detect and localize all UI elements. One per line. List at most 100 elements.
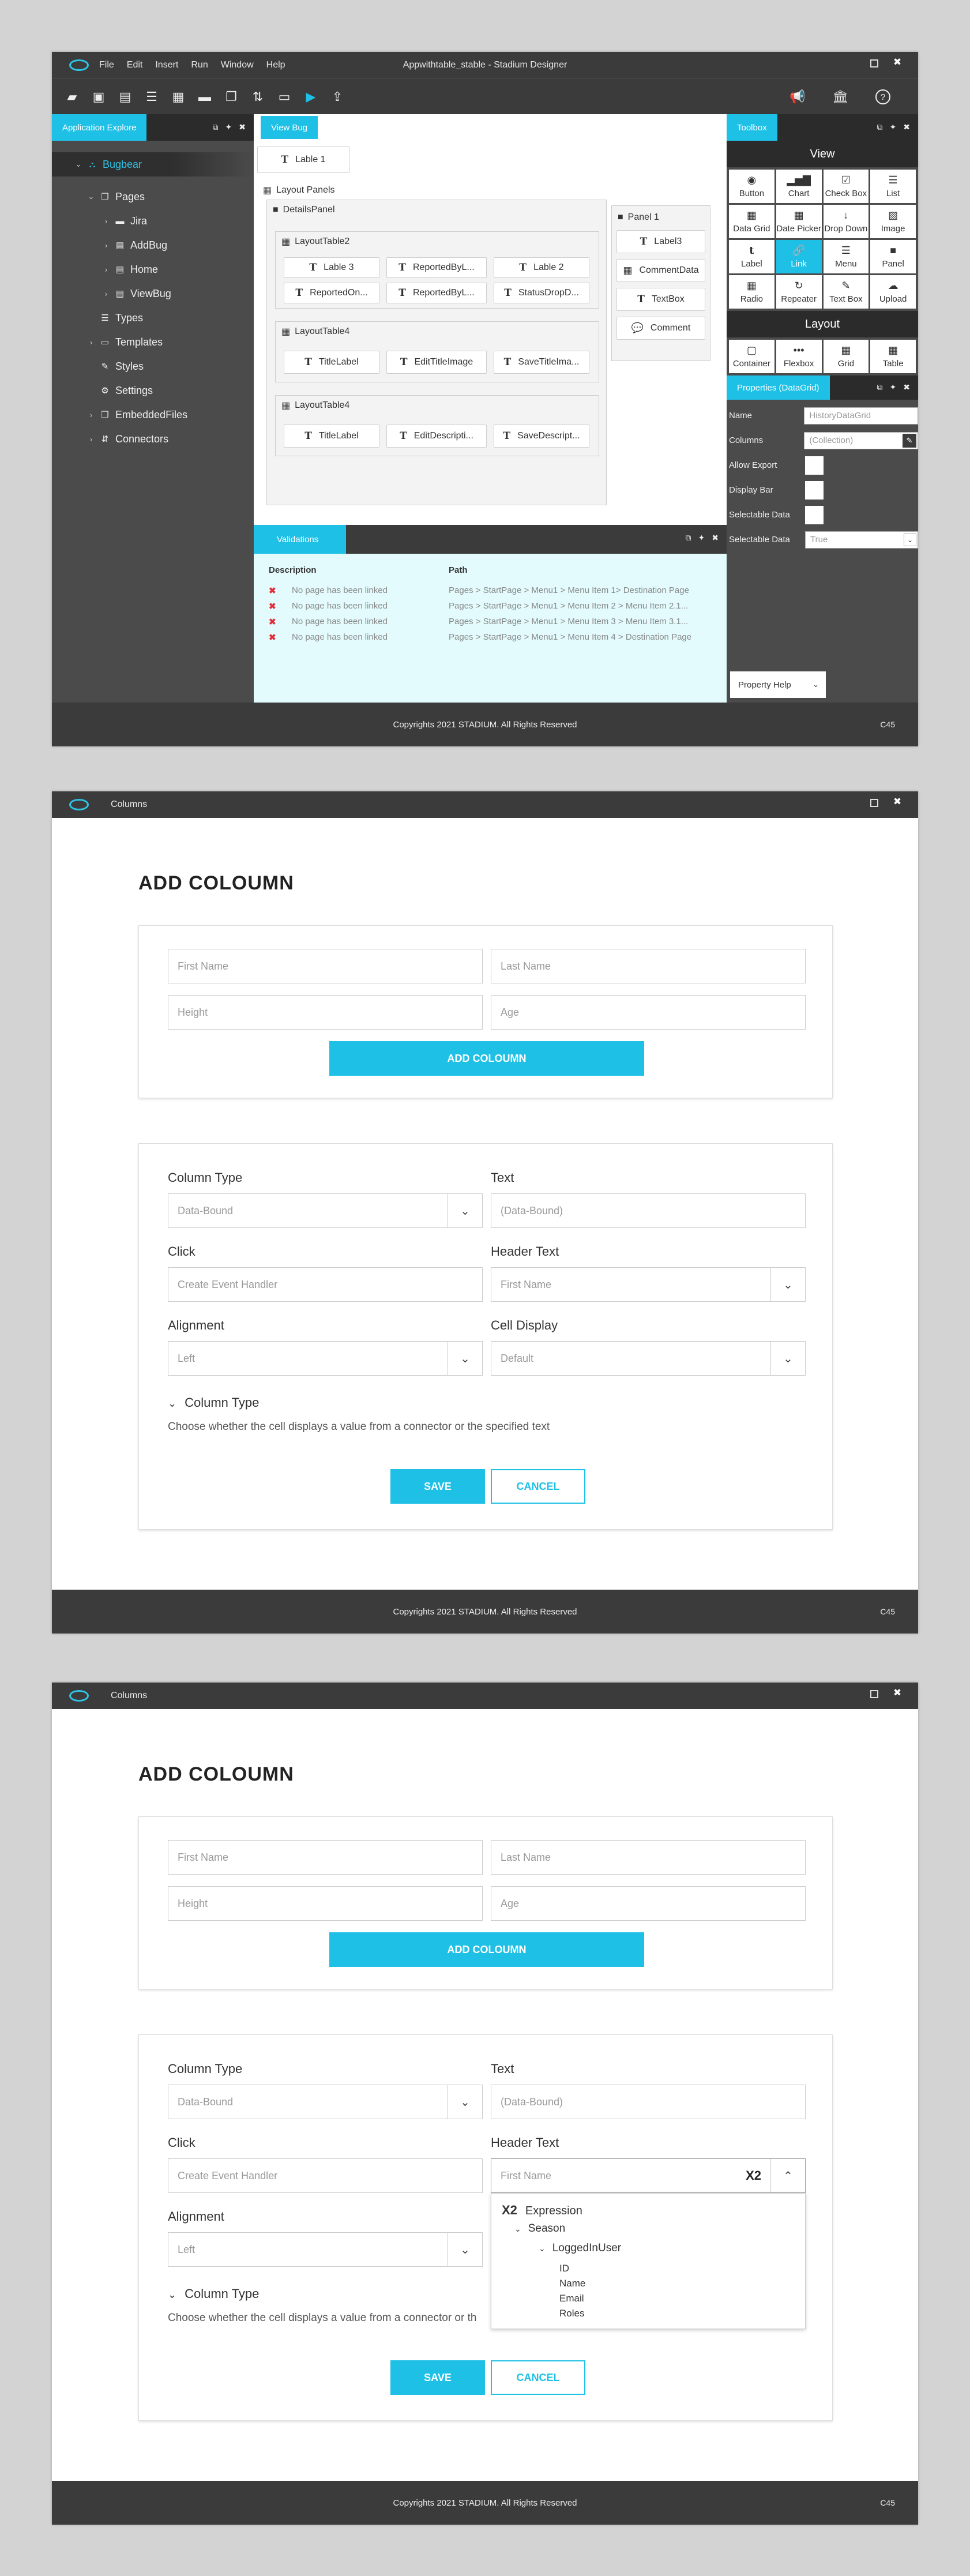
label3-control[interactable]: T Label3 — [616, 230, 705, 253]
reportedby-control[interactable]: T ReportedByL... — [386, 257, 487, 278]
maximize-button[interactable] — [869, 57, 880, 68]
edittitleimage-control[interactable]: T EditTitleImage — [386, 351, 487, 374]
selectable-data-checkbox[interactable] — [805, 505, 824, 524]
layout-table-4b[interactable]: ▦ LayoutTable4 T TitleLabel T EditDescripti… — [275, 395, 599, 456]
pin-icon[interactable]: ✦ — [890, 382, 897, 392]
prop-name-input[interactable]: HistoryDataGrid — [804, 407, 918, 425]
click-input[interactable]: Create Event Handler — [168, 2158, 483, 2193]
tree-item-templates[interactable]: › ▭ Templates — [52, 330, 254, 354]
display-bar-checkbox[interactable] — [805, 480, 824, 500]
tab-toolbox[interactable]: Toolbox — [727, 114, 777, 141]
season-option[interactable]: ⌄ Season — [514, 2222, 565, 2235]
grid-icon[interactable]: ▦ — [171, 89, 186, 104]
popout-icon[interactable]: ⧉ — [213, 122, 219, 132]
table-row[interactable]: ✖ No page has been linked Pages > StartPag… — [269, 583, 727, 598]
bank-icon[interactable]: 🏛 — [832, 89, 848, 104]
toolbox-flexbox[interactable]: ••• Flexbox — [776, 340, 822, 373]
column-type-select[interactable]: Data-Bound ⌄ — [168, 1193, 483, 1228]
toolbox-checkbox[interactable]: ☑ Check Box — [823, 170, 869, 203]
toolbox-list[interactable]: ☰ List — [870, 170, 916, 203]
text-input[interactable]: (Data-Bound) — [491, 1193, 806, 1228]
tree-item-viewbug[interactable]: › ▤ ViewBug — [52, 281, 254, 306]
layout-table-4a[interactable]: ▦ LayoutTable4 T TitleLabel T EditTitleImag… — [275, 321, 599, 382]
toolbox-label[interactable]: t Label — [729, 240, 775, 273]
save-button[interactable]: SAVE — [390, 2360, 485, 2395]
toolbox-upload[interactable]: ☁ Upload — [870, 275, 916, 309]
commentdata-control[interactable]: ▦ CommentData — [616, 259, 705, 282]
tree-item-embeddedfiles[interactable]: › ❐ EmbeddedFiles — [52, 403, 254, 427]
statusdropdown-control[interactable]: T StatusDropD... — [494, 283, 589, 303]
open-folder-icon[interactable]: ▰ — [65, 89, 80, 104]
save-icon[interactable]: ▣ — [91, 89, 106, 104]
id-option[interactable]: ID — [559, 2263, 569, 2274]
table-row[interactable]: ✖ No page has been linked Pages > StartPag… — [269, 614, 727, 629]
tree-item-jira[interactable]: › ▬ Jira — [52, 209, 254, 233]
help-icon[interactable]: ? — [875, 89, 890, 104]
property-help-dropdown[interactable]: Property Help ⌄ — [730, 671, 826, 698]
loggedinuser-option[interactable]: ⌄ LoggedInUser — [539, 2242, 621, 2255]
toolbox-datagrid[interactable]: ▦ Data Grid — [729, 205, 775, 238]
menu-help[interactable]: Help — [266, 60, 285, 70]
details-panel[interactable]: ■ DetailsPanel ▦ LayoutTable2 T Lable 3 T Re… — [266, 200, 607, 505]
x2-badge[interactable]: X2 — [746, 2168, 761, 2183]
toolbox-button[interactable]: ◉ Button — [729, 170, 775, 203]
toolbox-container[interactable]: ▢ Container — [729, 340, 775, 373]
toolbox-table[interactable]: ▦ Table — [870, 340, 916, 373]
lable2-control[interactable]: T Lable 2 — [494, 257, 589, 278]
cancel-button[interactable]: CANCEL — [491, 2360, 585, 2395]
add-column-button[interactable]: ADD COLOUMN — [329, 1041, 644, 1076]
editdescription-control[interactable]: T EditDescripti... — [386, 425, 487, 448]
toolbox-chart[interactable]: ▂▅▇ Chart — [776, 170, 822, 203]
close-icon[interactable]: ✖ — [903, 382, 910, 392]
toolbox-grid[interactable]: ▦ Grid — [823, 340, 869, 373]
menu-edit[interactable]: Edit — [127, 60, 143, 70]
close-icon[interactable]: ✖ — [712, 533, 719, 543]
layout-table-2[interactable]: ▦ LayoutTable2 T Lable 3 T ReportedByL... T… — [275, 231, 599, 309]
tree-item-pages[interactable]: ⌄ ❐ Pages — [52, 185, 254, 209]
tab-properties[interactable]: Properties (DataGrid) — [727, 375, 830, 400]
column-type-select[interactable]: Data-Bound ⌄ — [168, 2085, 483, 2119]
toolbox-textbox[interactable]: ✎ Text Box — [823, 275, 869, 309]
name-option[interactable]: Name — [559, 2278, 585, 2289]
column-type-section-toggle[interactable]: ⌄ Column Type — [168, 1395, 259, 1410]
maximize-button[interactable] — [869, 1687, 880, 1699]
click-input[interactable]: Create Event Handler — [168, 1267, 483, 1302]
popout-icon[interactable]: ⧉ — [686, 533, 691, 543]
roles-option[interactable]: Roles — [559, 2308, 584, 2319]
menu-file[interactable]: File — [99, 60, 114, 70]
tree-item-settings[interactable]: ⚙ Settings — [52, 378, 254, 403]
age-input[interactable]: Age — [491, 1886, 806, 1921]
allow-export-checkbox[interactable] — [805, 456, 824, 475]
cancel-button[interactable]: CANCEL — [491, 1469, 585, 1504]
toolbox-menu[interactable]: ☰ Menu — [823, 240, 869, 273]
close-button[interactable]: ✖ — [892, 796, 903, 808]
email-option[interactable]: Email — [559, 2293, 584, 2304]
tree-item-addbug[interactable]: › ▤ AddBug — [52, 233, 254, 257]
toolbox-link[interactable]: 🔗 Link — [776, 240, 822, 273]
toolbox-dropdown[interactable]: ↓ Drop Down — [823, 205, 869, 238]
close-button[interactable]: ✖ — [892, 1687, 903, 1699]
close-icon[interactable]: ✖ — [239, 122, 246, 132]
savedescription-control[interactable]: T SaveDescript... — [494, 425, 589, 448]
tab-application-explorer[interactable]: Application Explore — [52, 114, 147, 141]
table-row[interactable]: ✖ No page has been linked Pages > StartPag… — [269, 598, 727, 614]
savetitleimage-control[interactable]: T SaveTitleIma... — [494, 351, 589, 374]
menu-window[interactable]: Window — [221, 60, 254, 70]
last-name-input[interactable]: Last Name — [491, 1840, 806, 1875]
close-button[interactable]: ✖ — [892, 57, 903, 68]
panel-1[interactable]: ■ Panel 1 T Label3 ▦ CommentData T TextBox 💬… — [611, 205, 710, 361]
maximize-button[interactable] — [869, 796, 880, 808]
toolbox-panel[interactable]: ■ Panel — [870, 240, 916, 273]
popout-icon[interactable]: ⧉ — [877, 382, 883, 392]
sort-icon[interactable]: ⇅ — [250, 89, 265, 104]
tree-item-home[interactable]: › ▤ Home — [52, 257, 254, 281]
header-text-select[interactable]: First Name ⌄ — [491, 1267, 806, 1302]
pin-icon[interactable]: ✦ — [890, 122, 897, 132]
tree-item-connectors[interactable]: › ⇵ Connectors — [52, 427, 254, 451]
toolbox-repeater[interactable]: ↻ Repeater — [776, 275, 822, 309]
save-button[interactable]: SAVE — [390, 1469, 485, 1504]
upload-icon[interactable]: ⇪ — [330, 89, 345, 104]
popout-icon[interactable]: ⧉ — [877, 122, 883, 132]
document-icon[interactable]: ▤ — [118, 89, 133, 104]
titlelabel2-control[interactable]: T TitleLabel — [284, 425, 379, 448]
